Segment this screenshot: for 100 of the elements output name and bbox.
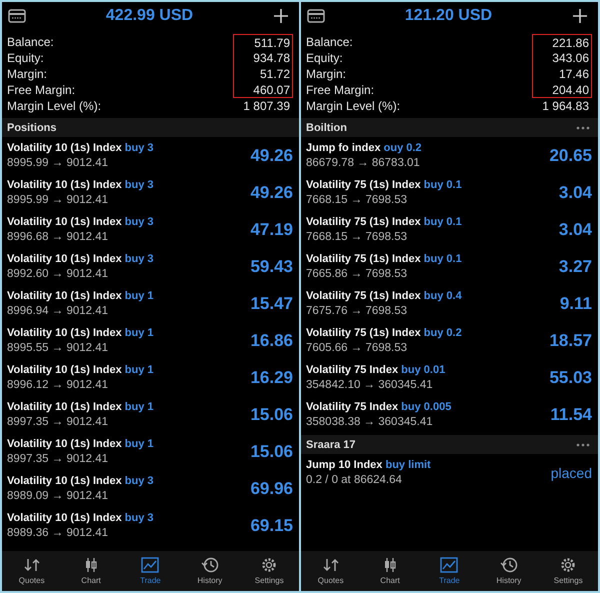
price-range: 8997.35 → 9012.41 <box>7 416 110 428</box>
trade-side: buy 1 <box>124 438 154 450</box>
trade-side: buy 1 <box>124 364 154 376</box>
symbol-name: Volatility 10 (1s) Index <box>7 216 122 228</box>
symbol-name: Volatility 10 (1s) Index <box>7 142 122 154</box>
tab[interactable]: Trade <box>125 557 176 585</box>
profit-value: 69.96 <box>250 478 293 498</box>
arrows-icon <box>322 557 340 573</box>
trade-side: buy 0.005 <box>401 401 452 413</box>
symbol-name: Volatility 10 (1s) Index <box>7 290 122 302</box>
price-range: 7668.15 → 7698.53 <box>306 194 408 206</box>
tab[interactable]: Chart <box>66 557 116 585</box>
profit-value: 69.15 <box>250 516 293 536</box>
account-balance-title: 121.20 USD <box>404 7 492 25</box>
line-chart-icon <box>440 557 458 573</box>
line-chart-icon <box>141 557 160 573</box>
price-range: 8995.55 → 9012.41 <box>7 342 110 354</box>
trade-side: buy 0.01 <box>401 364 446 376</box>
section-title: Positions <box>7 122 57 134</box>
summary-label: Balance: <box>7 35 54 49</box>
summary-label: Margin: <box>306 67 346 81</box>
symbol-name: Volatility 75 (1s) Index <box>306 179 421 191</box>
candlestick-icon <box>83 557 100 573</box>
symbol-name: Volatility 10 (1s) Index <box>7 364 122 376</box>
trade-side: buy 0.1 <box>424 253 462 265</box>
profit-value: 9.11 <box>560 294 592 314</box>
symbol-name: Volatility 75 (1s) Index <box>306 216 421 228</box>
history-icon <box>500 557 518 573</box>
profit-value: 59.43 <box>250 256 293 276</box>
profit-value: 15.06 <box>250 404 293 424</box>
price-range: 8996.94 → 9012.41 <box>7 305 110 317</box>
symbol-name: Volatility 10 (1s) Index <box>7 475 122 487</box>
summary-value: 51.72 <box>260 67 290 81</box>
symbol-name: Volatility 10 (1s) Index <box>7 179 122 191</box>
tab[interactable]: Settings <box>543 557 594 585</box>
summary-value: 17.46 <box>558 67 589 81</box>
symbol-name: Volatility 10 (1s) Index <box>7 327 122 339</box>
summary-value: 1 807.39 <box>243 99 290 113</box>
symbol-name: Volatility 10 (1s) Index <box>7 512 122 524</box>
price-range: 0.2 / 0 at 86624.64 <box>306 474 403 486</box>
price-range: 8997.35 → 9012.41 <box>7 453 110 465</box>
symbol-name: Volatility 75 (1s) Index <box>306 327 421 339</box>
profit-value: 15.47 <box>250 294 293 314</box>
summary-label: Margin: <box>7 67 48 81</box>
trade-side: buy 3 <box>124 179 154 191</box>
candlestick-icon <box>382 557 398 573</box>
symbol-name: Jump fo index <box>306 142 381 154</box>
profit-value: 3.27 <box>558 256 592 276</box>
trade-side: buy 3 <box>124 512 154 524</box>
symbol-name: Volatility 10 (1s) Index <box>7 401 122 413</box>
summary-label: Equity: <box>306 51 343 65</box>
symbol-name: Volatility 75 Index <box>306 401 398 413</box>
symbol-name: Volatility 75 Index <box>306 364 398 376</box>
tab[interactable]: Quotes <box>6 557 57 585</box>
trade-side: buy 0.1 <box>424 179 462 191</box>
price-range: 8996.68 → 9012.41 <box>7 231 110 243</box>
tab[interactable]: Quotes <box>306 557 356 585</box>
tab[interactable]: Chart <box>365 557 416 585</box>
trade-side: buy 1 <box>124 401 154 413</box>
summary-label: Margin Level (%): <box>7 99 102 113</box>
more-icon[interactable] <box>576 126 590 130</box>
tab[interactable]: Trade <box>424 557 474 585</box>
profit-value: 55.03 <box>549 368 592 388</box>
profit-value: 49.26 <box>250 146 293 166</box>
price-range: 8992.60 → 9012.41 <box>7 268 110 280</box>
profit-value: 15.06 <box>250 442 293 462</box>
trade-side: buy 3 <box>124 475 154 487</box>
trade-side: buy 3 <box>124 253 154 265</box>
plus-icon[interactable] <box>272 8 289 24</box>
account-card-icon[interactable] <box>307 9 325 23</box>
tab[interactable]: History <box>184 557 235 585</box>
summary-label: Balance: <box>306 35 353 49</box>
settings-icon <box>261 557 278 573</box>
summary-value: 511.79 <box>254 36 290 50</box>
account-card-icon[interactable] <box>8 9 26 23</box>
price-range: 8989.09 → 9012.41 <box>7 490 110 502</box>
trade-side: ouy 0.2 <box>384 142 422 154</box>
summary-value: 343.06 <box>552 51 589 65</box>
profit-value: 11.54 <box>550 404 592 424</box>
symbol-name: Volatility 75 (1s) Index <box>306 290 421 302</box>
trade-side: buy 1 <box>124 290 154 302</box>
price-range: 86679.78 → 86783.01 <box>306 157 421 169</box>
account-balance-title: 422.99 USD <box>106 7 194 25</box>
plus-icon[interactable] <box>572 8 588 24</box>
price-range: 8996.12 → 9012.41 <box>7 379 110 391</box>
tab[interactable]: History <box>484 557 534 585</box>
profit-value: 16.29 <box>250 368 293 388</box>
symbol-name: Volatility 10 (1s) Index <box>7 253 122 265</box>
symbol-name: Jump 10 Index <box>306 459 382 471</box>
summary-label: Equity: <box>7 51 44 65</box>
trade-side: buy 0.4 <box>424 290 462 302</box>
price-range: 7605.66 → 7698.53 <box>306 342 408 354</box>
price-range: 7665.86 → 7698.53 <box>306 268 408 280</box>
price-range: 7668.15 → 7698.53 <box>306 231 408 243</box>
price-range: 7675.76 → 7698.53 <box>306 305 408 317</box>
profit-value: 3.04 <box>558 220 592 240</box>
price-range: 358038.38 → 360345.41 <box>306 416 434 428</box>
settings-icon <box>560 557 576 573</box>
more-icon[interactable] <box>576 442 590 446</box>
tab[interactable]: Settings <box>244 557 294 585</box>
